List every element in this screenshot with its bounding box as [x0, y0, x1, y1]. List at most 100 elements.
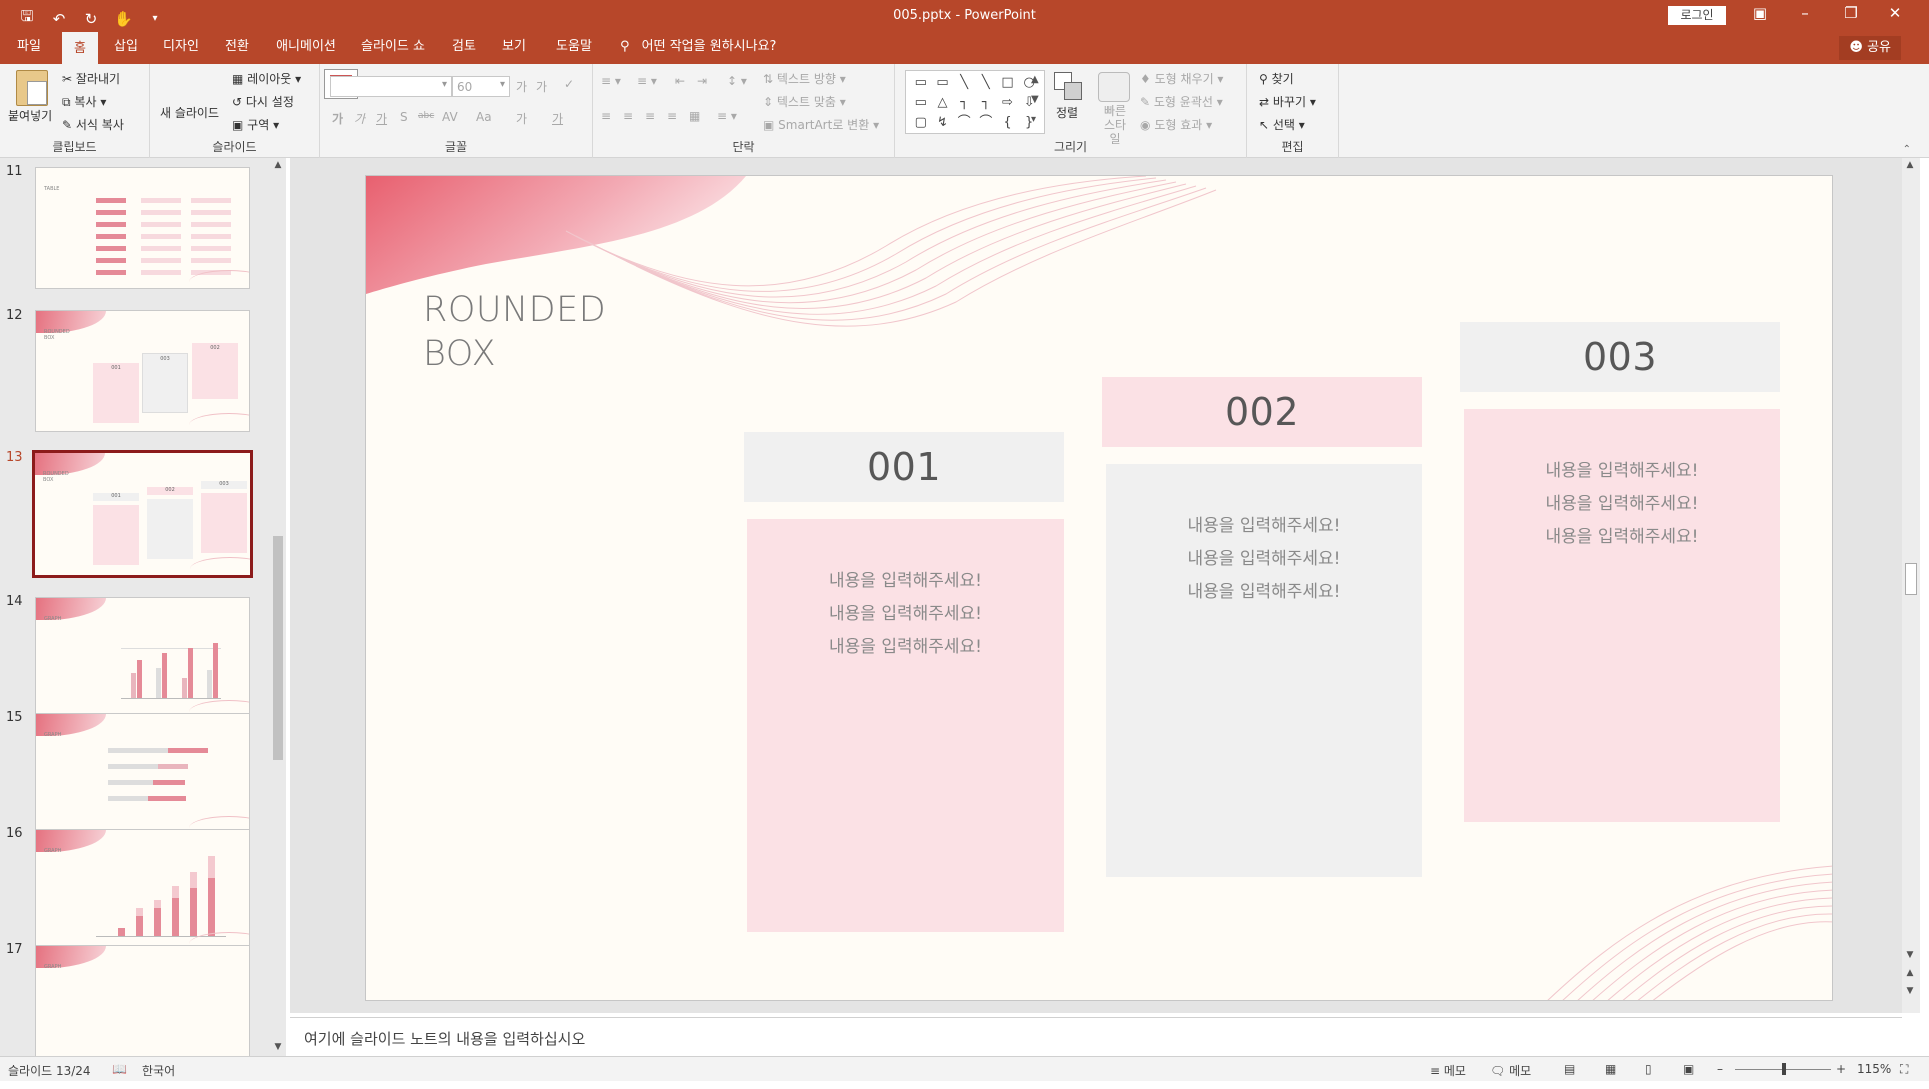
box-002-body[interactable]: 내용을 입력해주세요! 내용을 입력해주세요! 내용을 입력해주세요! — [1106, 464, 1422, 877]
next-slide-icon[interactable]: ▼ — [1904, 986, 1916, 996]
slide-thumbnail-16[interactable]: GRAPH — [35, 829, 250, 951]
slide-scroll-thumb[interactable] — [1905, 563, 1917, 595]
shape-outline-button[interactable]: ✎ 도형 윤곽선 ▾ — [1140, 93, 1223, 110]
notes-pane[interactable]: 여기에 슬라이드 노트의 내용을 입력하십시오 — [290, 1017, 1902, 1056]
box-001-body[interactable]: 내용을 입력해주세요! 내용을 입력해주세요! 내용을 입력해주세요! — [747, 519, 1064, 932]
scroll-down-icon[interactable]: ▼ — [1904, 950, 1916, 960]
slide-thumbnail-12[interactable]: ROUNDED BOX 001 003 002 — [35, 310, 250, 432]
tell-me-box[interactable]: ⚲ 어떤 작업을 원하시나요? — [620, 32, 776, 62]
box-003-body[interactable]: 내용을 입력해주세요! 내용을 입력해주세요! 내용을 입력해주세요! — [1464, 409, 1780, 822]
slide-thumbnail-15[interactable]: GRAPH — [35, 713, 250, 835]
maximize-icon[interactable]: ❐ — [1836, 4, 1866, 22]
line-spacing-icon[interactable]: ↕ ▾ — [727, 74, 747, 88]
copy-button[interactable]: ⧉ 복사 ▾ — [62, 93, 106, 110]
change-case-button[interactable]: Aa — [476, 110, 492, 124]
scroll-up-icon[interactable]: ▲ — [1904, 160, 1916, 170]
align-center-icon[interactable]: ≡ — [623, 109, 633, 123]
justify-icon[interactable]: ≡ — [667, 109, 677, 123]
align-right-icon[interactable]: ≡ — [645, 109, 655, 123]
slide-thumbnail-13[interactable]: ROUNDED BOX 001 002 003 — [32, 450, 253, 578]
increase-indent-icon[interactable]: ⇥ — [697, 74, 707, 88]
box-003-header[interactable]: 003 — [1460, 322, 1780, 392]
slide-scrollbar[interactable]: ▲ ▼ ▲ ▼ — [1902, 158, 1920, 1013]
font-name-combobox[interactable]: ▾ — [330, 76, 452, 97]
normal-view-icon[interactable]: ▤ — [1564, 1062, 1575, 1076]
shape-effects-button[interactable]: ◉ 도형 효과 ▾ — [1140, 116, 1212, 133]
current-slide[interactable]: ROUNDED BOX 001 내용을 입력해주세요! 내용을 입력해주세요! … — [365, 175, 1833, 1001]
strikethrough-button[interactable]: abc — [418, 111, 434, 121]
italic-button[interactable]: 가 — [354, 110, 365, 127]
shapes-more-icon[interactable]: ▲ ▼ ▾ — [1031, 70, 1039, 130]
notes-button[interactable]: ≡ 메모 — [1430, 1062, 1466, 1079]
bullets-icon[interactable]: ≡ ▾ — [601, 74, 621, 88]
tab-animations[interactable]: 애니메이션 — [268, 32, 344, 64]
paste-button[interactable]: 붙여넣기 — [8, 107, 52, 124]
minimize-icon[interactable]: – — [1790, 4, 1820, 22]
tab-transitions[interactable]: 전환 — [216, 32, 258, 64]
slide-thumbnail-14[interactable]: GRAPH — [35, 597, 250, 719]
section-button[interactable]: ▣ 구역 ▾ — [232, 116, 279, 133]
close-icon[interactable]: ✕ — [1880, 4, 1910, 22]
paste-icon[interactable] — [16, 70, 48, 106]
layout-button[interactable]: ▦ 레이아웃 ▾ — [232, 70, 301, 87]
replace-button[interactable]: ⇄ 바꾸기 ▾ — [1259, 93, 1316, 110]
zoom-out-icon[interactable]: – — [1717, 1062, 1723, 1076]
distribute-icon[interactable]: ≡ ▾ — [717, 109, 737, 123]
scroll-up-icon[interactable]: ▲ — [272, 160, 284, 170]
bold-button[interactable]: 가 — [332, 110, 343, 127]
font-color-button[interactable]: 가 — [552, 110, 563, 127]
thumbnails-scroll-thumb[interactable] — [273, 536, 283, 760]
language-indicator[interactable]: 한국어 — [142, 1062, 175, 1079]
shrink-font-icon[interactable]: 가 — [536, 78, 547, 95]
tab-home[interactable]: 홈 — [62, 32, 98, 64]
slide-title[interactable]: ROUNDED BOX — [423, 288, 606, 376]
char-spacing-button[interactable]: AV — [442, 110, 458, 124]
find-button[interactable]: ⚲ 찾기 — [1259, 70, 1294, 87]
tab-design[interactable]: 디자인 — [156, 32, 206, 64]
shape-fill-button[interactable]: ♦ 도형 채우기 ▾ — [1140, 70, 1223, 87]
ribbon-display-options-icon[interactable]: ▣ — [1745, 4, 1775, 22]
align-text-button[interactable]: ⇕ 텍스트 맞춤 ▾ — [763, 93, 846, 110]
box-002-header[interactable]: 002 — [1102, 377, 1422, 447]
previous-slide-icon[interactable]: ▲ — [1904, 968, 1916, 978]
share-button[interactable]: ☻ 공유 — [1839, 36, 1901, 60]
tab-slideshow[interactable]: 슬라이드 쇼 — [354, 32, 432, 64]
highlight-button[interactable]: 가 — [516, 110, 527, 127]
quick-styles-icon[interactable] — [1098, 72, 1130, 102]
slideshow-icon[interactable]: ▣ — [1683, 1062, 1694, 1076]
tab-review[interactable]: 검토 — [444, 32, 484, 64]
format-painter-button[interactable]: ✎ 서식 복사 — [62, 116, 124, 133]
grow-font-icon[interactable]: 가 — [516, 78, 527, 95]
reset-button[interactable]: ↺ 다시 설정 — [232, 93, 294, 110]
font-size-combobox[interactable]: 60 ▾ — [452, 76, 510, 97]
tab-view[interactable]: 보기 — [494, 32, 534, 64]
reading-view-icon[interactable]: ▯ — [1645, 1062, 1652, 1076]
zoom-slider-handle[interactable] — [1782, 1063, 1786, 1075]
tab-insert[interactable]: 삽입 — [106, 32, 146, 64]
slide-thumbnail-11[interactable]: TABLE — [35, 167, 250, 289]
shadow-button[interactable]: S — [400, 110, 408, 124]
fit-slide-icon[interactable]: ⛶ — [1900, 1062, 1908, 1077]
arrange-button[interactable]: 정렬 — [1056, 104, 1078, 121]
decrease-indent-icon[interactable]: ⇤ — [675, 74, 685, 88]
text-direction-button[interactable]: ⇅ 텍스트 방향 ▾ — [763, 70, 846, 87]
spellcheck-icon[interactable]: 📖 — [112, 1062, 127, 1076]
arrange-icon[interactable] — [1054, 72, 1082, 102]
slide-thumbnail-17[interactable]: GRAPH — [35, 945, 250, 1056]
underline-button[interactable]: 가 — [376, 110, 387, 127]
thumbnails-scrollbar[interactable]: ▲ ▼ — [270, 158, 286, 1056]
scroll-down-icon[interactable]: ▼ — [272, 1042, 284, 1052]
new-slide-button[interactable]: 새 슬라이드 — [160, 104, 219, 121]
zoom-in-icon[interactable]: + — [1836, 1062, 1846, 1076]
shapes-gallery[interactable]: ▭ ▭ ╲ ╲ □ ○ ▭ △ ┐ ┐ ⇨ ⇩ ▢ ↯ ⌒ ⌒ { } — [905, 70, 1045, 134]
select-button[interactable]: ↖ 선택 ▾ — [1259, 116, 1305, 133]
login-button[interactable]: 로그인 — [1668, 6, 1726, 25]
box-001-header[interactable]: 001 — [744, 432, 1064, 502]
numbering-icon[interactable]: ≡ ▾ — [637, 74, 657, 88]
slide-sorter-icon[interactable]: ▦ — [1605, 1062, 1616, 1076]
smartart-button[interactable]: ▣ SmartArt로 변환 ▾ — [763, 116, 879, 133]
comments-button[interactable]: 🗨 메모 — [1490, 1062, 1531, 1079]
zoom-level[interactable]: 115% — [1857, 1062, 1891, 1076]
tab-file[interactable]: 파일 — [8, 32, 50, 64]
tab-help[interactable]: 도움말 — [548, 32, 600, 64]
